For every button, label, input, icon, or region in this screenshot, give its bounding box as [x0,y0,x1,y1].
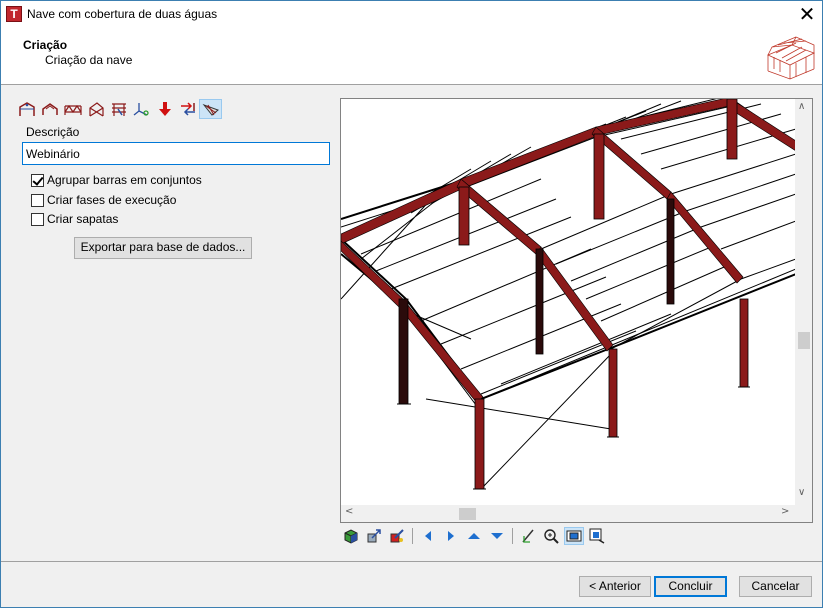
create-phases-label: Criar fases de execução [47,193,177,207]
creation-toolbar [15,99,222,119]
create-footings-label: Criar sapatas [47,212,119,226]
color-render-icon[interactable] [387,527,407,545]
group-bars-row[interactable]: Agrupar barras em conjuntos [31,173,202,187]
export-database-button[interactable]: Exportar para base de dados... [74,237,252,259]
scroll-up-arrow[interactable]: ∧ [798,101,805,112]
structure-3d-view[interactable] [341,99,797,505]
dialog-window: T Nave com cobertura de duas águas ✕ Cri… [0,0,823,608]
wireframe-roof-icon [766,36,816,80]
title-bar: T Nave com cobertura de duas águas ✕ [1,1,822,29]
step-title: Criação [23,38,68,52]
separator [512,528,513,544]
create-footings-row[interactable]: Criar sapatas [31,212,118,226]
description-label: Descrição [26,125,80,139]
pan-up-icon[interactable] [464,527,484,545]
wizard-header: Criação Criação da nave [1,29,822,85]
separator [412,528,413,544]
bracing-icon[interactable] [84,99,107,119]
finish-button[interactable]: Concluir [654,576,727,597]
zoom-window-icon[interactable] [564,527,584,545]
roof-wizard-icon[interactable] [199,99,222,119]
render-3d-icon[interactable] [341,527,361,545]
create-footings-checkbox[interactable] [31,212,44,226]
scroll-right-arrow[interactable]: > [781,506,789,517]
window-title: Nave com cobertura de duas águas [27,7,218,21]
purlin-icon[interactable] [107,99,130,119]
zoom-icon[interactable] [541,527,561,545]
horizontal-scrollbar[interactable]: < > [341,505,796,522]
group-bars-label: Agrupar barras em conjuntos [47,173,202,187]
pan-right-icon[interactable] [441,527,461,545]
app-icon: T [6,6,22,22]
create-phases-row[interactable]: Criar fases de execução [31,193,176,207]
view-toolbar [341,527,610,545]
axis-icon[interactable] [130,99,153,119]
portal-frame-icon[interactable] [15,99,38,119]
move-view-icon[interactable] [364,527,384,545]
pan-down-icon[interactable] [487,527,507,545]
description-input[interactable] [22,142,330,165]
gable-frame-icon[interactable] [38,99,61,119]
pan-left-icon[interactable] [418,527,438,545]
back-button[interactable]: < Anterior [579,576,651,597]
3d-viewport[interactable]: ∧ ∨ < > [340,98,813,523]
cancel-button[interactable]: Cancelar [739,576,812,597]
step-subtitle: Criação da nave [45,53,133,67]
truss-icon[interactable] [61,99,84,119]
scroll-corner [795,505,812,522]
scroll-left-arrow[interactable]: < [345,506,353,517]
load-arrow-icon[interactable] [153,99,176,119]
vertical-scroll-thumb[interactable] [798,332,810,349]
group-bars-checkbox[interactable] [31,173,44,187]
edit-view-icon[interactable] [518,527,538,545]
create-phases-checkbox[interactable] [31,193,44,207]
transfer-icon[interactable] [176,99,199,119]
footer-divider [1,561,822,562]
vertical-scrollbar[interactable]: ∧ ∨ [795,99,812,505]
horizontal-scroll-thumb[interactable] [459,508,476,520]
close-button[interactable]: ✕ [792,1,822,29]
scroll-down-arrow[interactable]: ∨ [798,487,805,498]
zoom-all-icon[interactable] [587,527,607,545]
